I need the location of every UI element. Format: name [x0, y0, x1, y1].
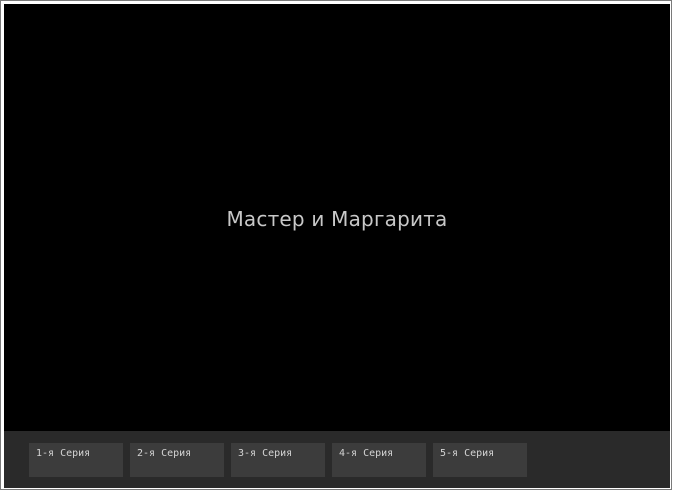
- video-title: Мастер и Маргарита: [226, 207, 448, 231]
- episode-button-5[interactable]: 5-я Серия: [433, 443, 527, 477]
- episode-button-1[interactable]: 1-я Серия: [29, 443, 123, 477]
- episode-button-4[interactable]: 4-я Серия: [332, 443, 426, 477]
- episode-button-3[interactable]: 3-я Серия: [231, 443, 325, 477]
- video-screen[interactable]: Мастер и Маргарита: [4, 4, 670, 431]
- episode-bar: 1-я Серия 2-я Серия 3-я Серия 4-я Серия …: [4, 431, 670, 488]
- episode-button-2[interactable]: 2-я Серия: [130, 443, 224, 477]
- player-window: Мастер и Маргарита 1-я Серия 2-я Серия 3…: [0, 0, 672, 490]
